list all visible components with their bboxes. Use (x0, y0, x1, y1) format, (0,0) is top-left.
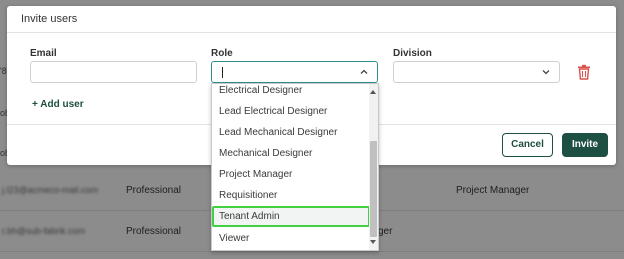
email-field[interactable] (30, 61, 197, 83)
role-dropdown-list: Electrical Designer Lead Electrical Desi… (211, 83, 379, 251)
cancel-button[interactable]: Cancel (502, 133, 553, 157)
division-select[interactable] (393, 61, 560, 83)
email-label: Email (30, 48, 57, 59)
text-cursor (222, 67, 223, 78)
dropdown-scrollbar[interactable] (369, 84, 378, 250)
role-option-project-manager[interactable]: Project Manager (212, 164, 370, 185)
role-label: Role (211, 48, 233, 59)
role-option-electrical-designer[interactable]: Electrical Designer (212, 84, 370, 101)
chevron-up-icon (360, 69, 368, 74)
add-user-button[interactable]: + Add user (32, 99, 84, 110)
chevron-down-icon (542, 70, 550, 75)
role-option-tenant-admin[interactable]: Tenant Admin (212, 206, 370, 227)
scroll-down-arrow-icon[interactable] (370, 240, 376, 244)
role-option-mechanical-designer[interactable]: Mechanical Designer (212, 143, 370, 164)
division-label: Division (393, 48, 432, 59)
scroll-up-arrow-icon[interactable] (370, 90, 376, 94)
row-role-fragment: ger (378, 226, 393, 237)
row-type: Professional (126, 185, 182, 196)
row-email: r.bh@sub-fabrik.com (2, 226, 86, 236)
role-option-lead-mechanical-designer[interactable]: Lead Mechanical Designer (212, 122, 370, 143)
role-select[interactable] (211, 61, 378, 83)
invite-button[interactable]: Invite (562, 133, 608, 157)
role-option-lead-electrical-designer[interactable]: Lead Electrical Designer (212, 101, 370, 122)
role-option-viewer[interactable]: Viewer (212, 228, 370, 249)
bg-fragment: '8 (0, 66, 7, 76)
row-type: Professional (126, 226, 182, 237)
modal-title: Invite users (7, 6, 616, 33)
role-option-requisitioner[interactable]: Requisitioner (212, 185, 370, 206)
row-email: j.l23@acmeco-mail.com (2, 185, 99, 195)
scrollbar-thumb[interactable] (370, 141, 377, 237)
row-role: Project Manager (456, 185, 530, 196)
trash-icon[interactable] (577, 64, 591, 80)
